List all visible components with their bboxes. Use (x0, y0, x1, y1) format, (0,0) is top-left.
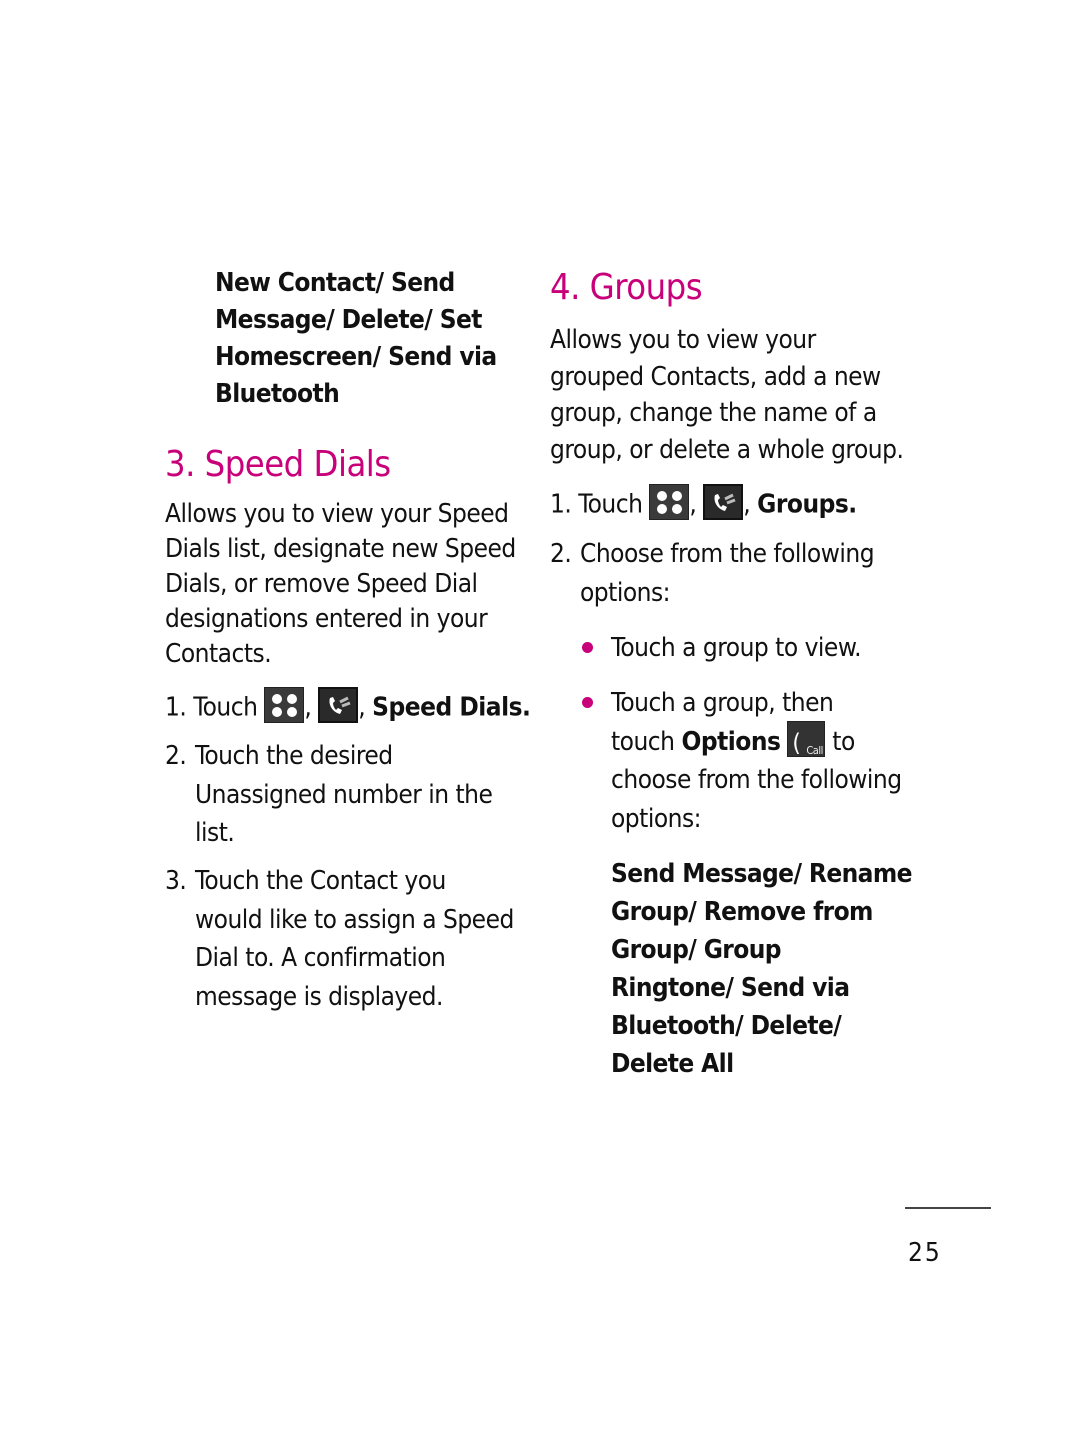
description-line: group, change the name of a (550, 398, 877, 428)
step-number: 3. (165, 866, 187, 896)
step-line: would like to assign a Speed (195, 904, 514, 935)
options-label: Options (681, 726, 781, 757)
bullet-text: to (832, 726, 855, 757)
option-line: Group/ Remove from (611, 897, 873, 927)
groups-heading: 4. Groups (550, 267, 703, 308)
menu-grid-icon (264, 687, 305, 723)
description-line: Dials list, designate new Speed (165, 534, 516, 564)
contact-options-list: New Contact/ Send Message/ Delete/ Set H… (215, 265, 497, 413)
contacts-icon (318, 687, 359, 723)
step-target: Groups. (757, 489, 857, 520)
step-line: Dial to. A confirmation (195, 943, 446, 973)
speed-dials-heading: 3. Speed Dials (165, 444, 391, 485)
comma: , (689, 489, 697, 520)
speed-dials-description: Allows you to view your Speed Dials list… (165, 497, 516, 672)
option-line: Bluetooth/ Delete/ (611, 1011, 842, 1041)
description-line: group, or delete a whole group. (550, 434, 904, 465)
bullet-line: choose from the following (611, 765, 902, 795)
bullet-line: Touch a group, then (611, 688, 834, 718)
bullet-icon (582, 697, 593, 708)
page-number: 25 (908, 1238, 942, 1268)
description-line: Allows you to view your (550, 325, 816, 355)
comma: , (358, 692, 366, 723)
step-line: Touch the desired (195, 741, 393, 771)
description-line: Contacts. (165, 639, 272, 669)
option-line: Ringtone/ Send via (611, 973, 850, 1003)
description-line: designations entered in your (165, 604, 488, 634)
step-number: 1. (165, 692, 187, 723)
groups-bullet-1: Touch a group to view. (611, 633, 862, 663)
groups-step-2: 2. Choose from the following options: (550, 535, 875, 612)
contacts-icon (703, 484, 744, 520)
groups-step-1: 1. Touch , , Groups. (550, 484, 857, 523)
call-options-icon: (Call (787, 721, 826, 757)
speed-dials-step-2: 2. Touch the desired Unassigned number i… (165, 737, 493, 853)
comma: , (304, 692, 312, 723)
groups-description: Allows you to view your grouped Contacts… (550, 322, 904, 468)
option-line: Delete All (611, 1049, 734, 1079)
description-line: Allows you to view your Speed (165, 499, 509, 529)
footer-rule (905, 1207, 991, 1209)
description-line: Dials, or remove Speed Dial (165, 569, 478, 599)
option-line: Send Message/ Rename (611, 859, 913, 889)
step-line: Choose from the following (580, 539, 875, 569)
option-line: Group/ Group (611, 935, 782, 965)
step-number: 1. (550, 489, 572, 520)
step-target: Speed Dials. (372, 692, 531, 723)
step-line: Touch the Contact you (195, 866, 446, 896)
step-line: list. (195, 818, 235, 848)
option-line: Homescreen/ Send via (215, 342, 497, 372)
option-line: Bluetooth (215, 379, 340, 409)
option-line: Message/ Delete/ Set (215, 305, 483, 335)
groups-bullet-2: Touch a group, then touch Options (Call … (611, 684, 902, 838)
step-line: Unassigned number in the (195, 779, 493, 810)
bullet-icon (582, 642, 593, 653)
bullet-line: options: (611, 803, 702, 834)
step-text: Touch (193, 692, 258, 723)
step-number: 2. (165, 741, 187, 771)
menu-grid-icon (649, 484, 690, 520)
step-line: options: (580, 577, 671, 608)
speed-dials-step-1: 1. Touch , , Speed Dials. (165, 687, 531, 726)
option-line: New Contact/ Send (215, 268, 455, 298)
step-text: Touch (578, 489, 643, 520)
bullet-text: touch (611, 726, 675, 757)
comma: , (743, 489, 751, 520)
call-icon-label: Call (806, 744, 823, 757)
description-line: grouped Contacts, add a new (550, 361, 881, 392)
group-options-list: Send Message/ Rename Group/ Remove from … (611, 855, 913, 1083)
bullet-line: touch Options (Call to (611, 721, 902, 762)
speed-dials-step-3: 3. Touch the Contact you would like to a… (165, 862, 514, 1016)
step-number: 2. (550, 539, 572, 569)
step-line: message is displayed. (195, 981, 443, 1012)
